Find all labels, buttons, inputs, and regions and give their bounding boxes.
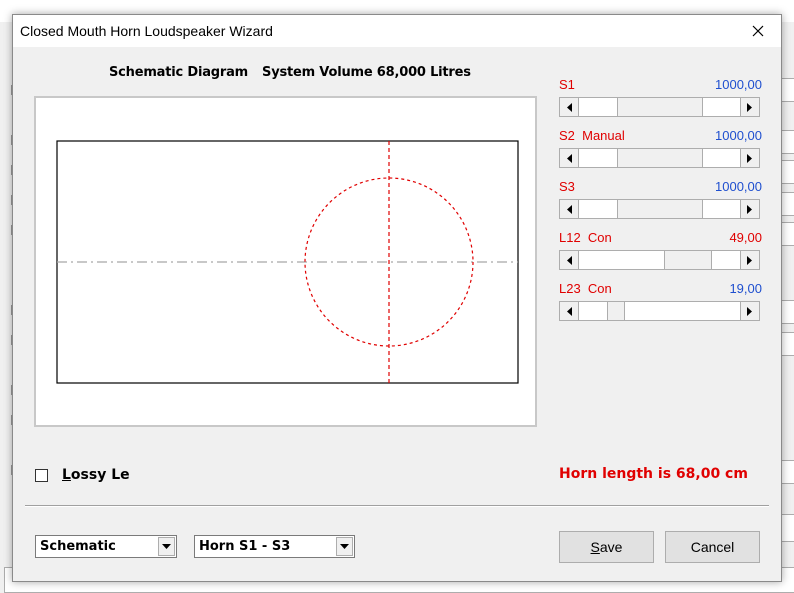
section-select[interactable]: Horn S1 - S3 xyxy=(194,535,355,558)
chevron-down-icon xyxy=(340,543,349,549)
horn-length-status: Horn length is 68,00 cm xyxy=(559,466,748,482)
close-icon xyxy=(752,25,764,37)
schematic-heading: Schematic Diagram xyxy=(109,65,249,80)
scrollbar-track[interactable] xyxy=(579,251,742,269)
arrow-right-icon xyxy=(747,306,752,316)
save-button-rest: ave xyxy=(599,539,623,555)
param-scrollbar[interactable] xyxy=(559,250,760,270)
param-row: S2 Manual 1000,00 xyxy=(559,128,762,170)
scroll-left-button[interactable] xyxy=(560,149,579,167)
close-button[interactable] xyxy=(735,15,781,47)
param-scrollbar[interactable] xyxy=(559,199,760,219)
arrow-right-icon xyxy=(747,153,752,163)
section-select-dropdown-button[interactable] xyxy=(336,537,353,556)
param-scrollbar[interactable] xyxy=(559,301,760,321)
schematic-drawing xyxy=(56,140,519,384)
arrow-left-icon xyxy=(567,204,572,214)
system-volume-text: System Volume 68,000 Litres xyxy=(262,65,471,80)
background-field xyxy=(780,130,794,154)
horn-wizard-dialog: Closed Mouth Horn Loudspeaker Wizard Sch… xyxy=(12,14,782,582)
arrow-left-icon xyxy=(567,255,572,265)
param-label: S2 Manual xyxy=(559,128,625,143)
scroll-left-button[interactable] xyxy=(560,98,579,116)
scrollbar-thumb[interactable] xyxy=(607,302,625,320)
arrow-left-icon xyxy=(567,306,572,316)
param-value: 1000,00 xyxy=(715,77,762,92)
view-select-value: Schematic xyxy=(40,539,116,554)
param-scrollbar[interactable] xyxy=(559,97,760,117)
scroll-left-button[interactable] xyxy=(560,302,579,320)
save-button[interactable]: Save xyxy=(559,531,654,563)
background-field xyxy=(780,332,794,356)
background-field xyxy=(780,460,794,484)
background-field xyxy=(780,222,794,246)
scroll-right-button[interactable] xyxy=(740,149,759,167)
scrollbar-thumb[interactable] xyxy=(617,200,703,218)
scroll-right-button[interactable] xyxy=(740,98,759,116)
lossy-le-option[interactable]: Lossy Le xyxy=(35,467,130,483)
chevron-down-icon xyxy=(162,543,171,549)
dialog-title: Closed Mouth Horn Loudspeaker Wizard xyxy=(20,23,273,39)
param-row: S1 1000,00 xyxy=(559,77,762,119)
background-field xyxy=(780,160,794,184)
scrollbar-track[interactable] xyxy=(579,302,742,320)
scroll-left-button[interactable] xyxy=(560,251,579,269)
scrollbar-thumb[interactable] xyxy=(664,251,712,269)
arrow-left-icon xyxy=(567,102,572,112)
background-field xyxy=(780,192,794,216)
arrow-right-icon xyxy=(747,102,752,112)
param-label: L23 Con xyxy=(559,281,612,296)
scrollbar-thumb[interactable] xyxy=(617,98,703,116)
background-field xyxy=(780,300,794,324)
param-scrollbar[interactable] xyxy=(559,148,760,168)
save-button-initial: S xyxy=(590,539,600,555)
view-select-dropdown-button[interactable] xyxy=(158,537,175,556)
lossy-le-label-rest: ossy Le xyxy=(70,467,130,483)
arrow-right-icon xyxy=(747,204,752,214)
lossy-le-label: Lossy Le xyxy=(62,467,130,483)
scroll-left-button[interactable] xyxy=(560,200,579,218)
view-select[interactable]: Schematic xyxy=(35,535,177,558)
param-label: S1 xyxy=(559,77,575,92)
param-value: 1000,00 xyxy=(715,128,762,143)
param-row: L23 Con 19,00 xyxy=(559,281,762,323)
scrollbar-thumb[interactable] xyxy=(617,149,703,167)
lossy-le-checkbox[interactable] xyxy=(35,468,48,482)
scroll-right-button[interactable] xyxy=(740,302,759,320)
background-field xyxy=(780,78,794,102)
param-row: S3 1000,00 xyxy=(559,179,762,221)
scroll-right-button[interactable] xyxy=(740,251,759,269)
arrow-right-icon xyxy=(747,255,752,265)
param-label: L12 Con xyxy=(559,230,612,245)
schematic-canvas xyxy=(34,96,537,427)
param-label: S3 xyxy=(559,179,575,194)
lossy-le-label-initial: L xyxy=(62,467,71,483)
title-bar: Closed Mouth Horn Loudspeaker Wizard xyxy=(13,15,781,47)
scroll-right-button[interactable] xyxy=(740,200,759,218)
param-row: L12 Con 49,00 xyxy=(559,230,762,272)
cancel-button[interactable]: Cancel xyxy=(665,531,760,563)
background-field xyxy=(780,514,794,542)
separator xyxy=(25,505,769,507)
schematic-heading-row: Schematic Diagram System Volume 68,000 Li… xyxy=(109,65,471,80)
param-value: 49,00 xyxy=(729,230,762,245)
arrow-left-icon xyxy=(567,153,572,163)
param-value: 19,00 xyxy=(729,281,762,296)
param-value: 1000,00 xyxy=(715,179,762,194)
section-select-value: Horn S1 - S3 xyxy=(199,539,291,554)
